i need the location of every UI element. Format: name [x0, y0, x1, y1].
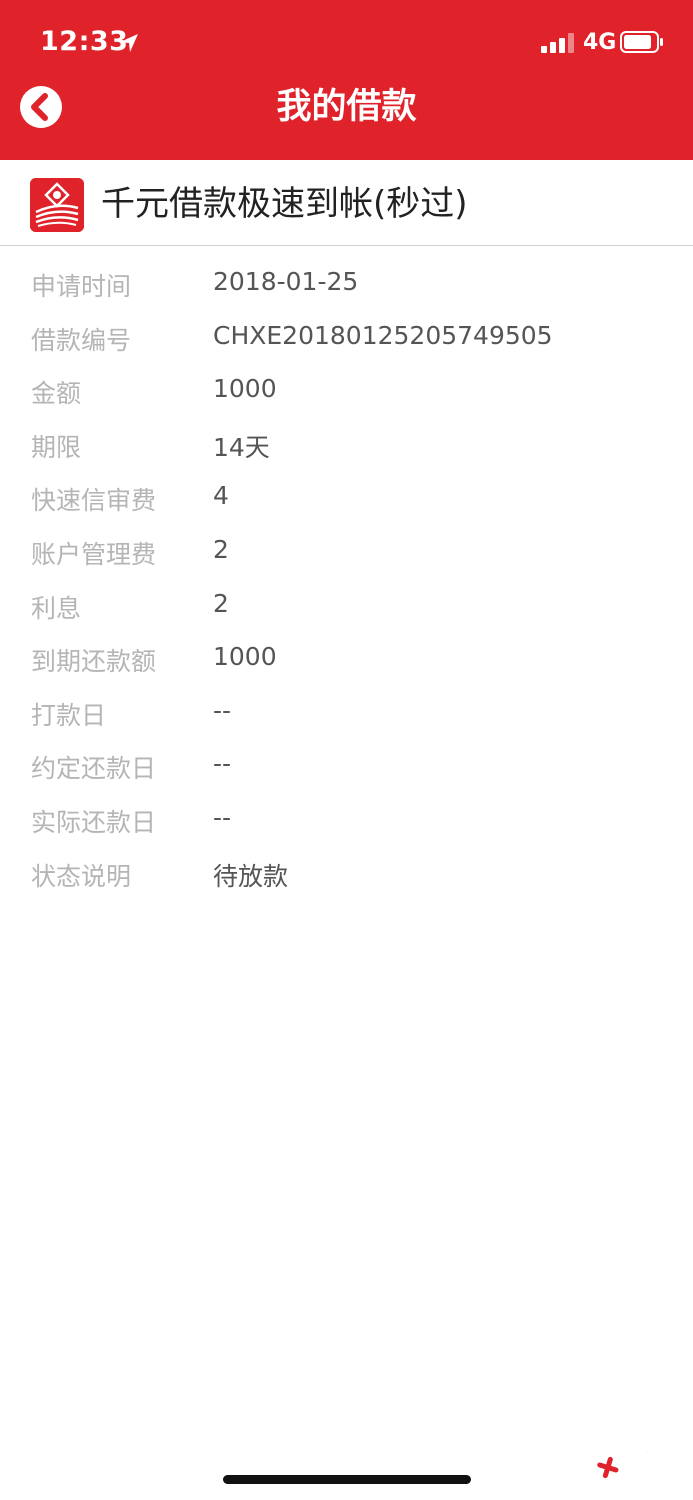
detail-value: 1000 — [213, 642, 277, 672]
detail-row-term: 期限 14天 — [0, 420, 693, 474]
detail-value: 待放款 — [213, 861, 289, 891]
status-bar: 12:33 4G — [0, 0, 693, 84]
product-name: 千元借款极速到帐(秒过) — [101, 184, 468, 224]
detail-label: 期限 — [31, 432, 82, 462]
home-indicator[interactable] — [223, 1475, 471, 1484]
detail-value: 2 — [213, 534, 229, 564]
detail-value: 14天 — [213, 432, 270, 462]
loan-details: 申请时间 2018-01-25 借款编号 CHXE201801252057495… — [0, 259, 693, 902]
product-row: 千元借款极速到帐(秒过) — [0, 160, 693, 246]
detail-value: 2018-01-25 — [213, 267, 359, 296]
detail-label: 约定还款日 — [31, 754, 157, 784]
detail-label: 申请时间 — [31, 272, 132, 301]
detail-row-agreed-repayment-date: 约定还款日 -- — [0, 741, 693, 795]
watermark-text: 卡农社区 — [612, 1419, 686, 1472]
detail-value: 4 — [213, 481, 229, 511]
detail-row-amount: 金额 1000 — [0, 366, 693, 420]
detail-label: 实际还款日 — [31, 807, 157, 837]
detail-row-apply-date: 申请时间 2018-01-25 — [0, 259, 693, 313]
status-time: 12:33 — [40, 26, 129, 57]
detail-label: 金额 — [31, 379, 82, 409]
detail-row-status: 状态说明 待放款 — [0, 849, 693, 903]
network-type: 4G — [583, 30, 617, 55]
detail-value: -- — [213, 802, 232, 832]
detail-label: 快速信审费 — [31, 486, 157, 516]
detail-label: 借款编号 — [31, 325, 132, 355]
detail-value: 2 — [213, 588, 229, 618]
detail-label: 打款日 — [31, 700, 107, 730]
header-bar: 12:33 4G 我的借款 — [0, 0, 693, 160]
detail-label: 利息 — [31, 593, 82, 623]
detail-row-management-fee: 账户管理费 2 — [0, 527, 693, 581]
detail-row-loan-number: 借款编号 CHXE20180125205749505 — [0, 313, 693, 367]
detail-row-disbursement-date: 打款日 -- — [0, 688, 693, 742]
page-title: 我的借款 — [276, 87, 417, 127]
detail-row-review-fee: 快速信审费 4 — [0, 473, 693, 527]
detail-label: 状态说明 — [31, 861, 132, 891]
watermark-logo: 卡农社区 — [597, 1419, 686, 1479]
detail-row-due-amount: 到期还款额 1000 — [0, 634, 693, 688]
detail-value: -- — [213, 749, 232, 779]
detail-label: 到期还款额 — [31, 647, 157, 677]
detail-value: 1000 — [213, 374, 277, 404]
signal-icon — [541, 33, 574, 53]
detail-row-interest: 利息 2 — [0, 581, 693, 635]
battery-icon — [620, 31, 663, 53]
location-arrow-icon — [120, 34, 138, 52]
detail-value: CHXE20180125205749505 — [213, 320, 553, 350]
product-logo-icon — [30, 178, 84, 232]
detail-row-actual-repayment-date: 实际还款日 -- — [0, 795, 693, 849]
detail-value: -- — [213, 695, 232, 725]
detail-label: 账户管理费 — [31, 539, 157, 569]
